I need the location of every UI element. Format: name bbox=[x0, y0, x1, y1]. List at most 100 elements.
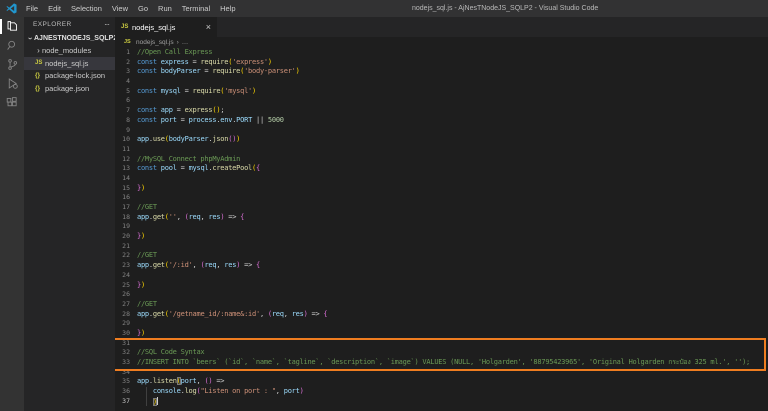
menu-edit[interactable]: Edit bbox=[43, 0, 66, 17]
code-line[interactable]: 37 ) bbox=[115, 397, 768, 407]
line-number: 13 bbox=[115, 164, 137, 174]
menu-terminal[interactable]: Terminal bbox=[177, 0, 215, 17]
code-line[interactable]: 4 bbox=[115, 77, 768, 87]
extensions-icon[interactable] bbox=[0, 93, 24, 112]
line-content: //INSERT INTO `beers` (`id`, `name`, `ta… bbox=[137, 358, 750, 368]
code-line[interactable]: 31 bbox=[115, 339, 768, 349]
line-number: 26 bbox=[115, 290, 137, 300]
line-number: 4 bbox=[115, 77, 137, 87]
source-control-icon[interactable] bbox=[0, 55, 24, 74]
tab-nodejs-sql-js[interactable]: JS nodejs_sql.js × bbox=[115, 17, 217, 37]
code-line[interactable]: 16 bbox=[115, 193, 768, 203]
explorer-icon[interactable] bbox=[0, 17, 24, 36]
code-line[interactable]: 5const mysql = require('mysql') bbox=[115, 87, 768, 97]
explorer-more-actions-icon[interactable]: ··· bbox=[104, 20, 109, 29]
menu-selection[interactable]: Selection bbox=[66, 0, 107, 17]
code-line[interactable]: 32//SQL Code Syntax bbox=[115, 348, 768, 358]
code-line[interactable]: 13const pool = mysql.createPool({ bbox=[115, 164, 768, 174]
line-content: app.listen(port, () => bbox=[137, 377, 224, 387]
file-label: package.json bbox=[45, 84, 89, 93]
line-number: 32 bbox=[115, 348, 137, 358]
code-line[interactable]: 36 console.log("Listen on port : ", port… bbox=[115, 387, 768, 397]
explorer-root-folder[interactable]: › AJNESTNODEJS_SQLP2 bbox=[24, 32, 115, 45]
code-line[interactable]: 23app.get('/:id', (req, res) => { bbox=[115, 261, 768, 271]
menu-view[interactable]: View bbox=[107, 0, 133, 17]
breadcrumb[interactable]: JS nodejs_sql.js › … bbox=[115, 37, 768, 47]
line-number: 11 bbox=[115, 145, 137, 155]
code-line[interactable]: 11 bbox=[115, 145, 768, 155]
line-content: app.get('/getname_id/:name&:id', (req, r… bbox=[137, 310, 327, 320]
search-icon[interactable] bbox=[0, 36, 24, 55]
line-number: 12 bbox=[115, 155, 137, 165]
sidebar-item-node-modules[interactable]: ›node_modules bbox=[24, 45, 115, 58]
code-line[interactable]: 24 bbox=[115, 271, 768, 281]
code-line[interactable]: 26 bbox=[115, 290, 768, 300]
code-line[interactable]: 17//GET bbox=[115, 203, 768, 213]
code-line[interactable]: 30}) bbox=[115, 329, 768, 339]
line-number: 2 bbox=[115, 58, 137, 68]
file-label: node_modules bbox=[42, 46, 91, 55]
line-content: const mysql = require('mysql') bbox=[137, 87, 256, 97]
line-number: 17 bbox=[115, 203, 137, 213]
explorer-sidebar: EXPLORER ··· › AJNESTNODEJS_SQLP2 ›node_… bbox=[24, 17, 115, 411]
code-line[interactable]: 20}) bbox=[115, 232, 768, 242]
line-content: const express = require('express') bbox=[137, 58, 272, 68]
code-line[interactable]: 18app.get('', (req, res) => { bbox=[115, 213, 768, 223]
code-line[interactable]: 12//MySQL Connect phpMyAdmin bbox=[115, 155, 768, 165]
line-number: 19 bbox=[115, 222, 137, 232]
line-content: app.get('/:id', (req, res) => { bbox=[137, 261, 260, 271]
code-line[interactable]: 29 bbox=[115, 319, 768, 329]
code-line[interactable]: 14 bbox=[115, 174, 768, 184]
json-file-icon: {} bbox=[35, 85, 45, 92]
code-line[interactable]: 28app.get('/getname_id/:name&:id', (req,… bbox=[115, 310, 768, 320]
code-line[interactable]: 10app.use(bodyParser.json()) bbox=[115, 135, 768, 145]
code-line[interactable]: 21 bbox=[115, 242, 768, 252]
line-content: }) bbox=[137, 232, 145, 242]
code-line[interactable]: 8const port = process.env.PORT || 5000 bbox=[115, 116, 768, 126]
line-number: 1 bbox=[115, 48, 137, 58]
title-bar: FileEditSelectionViewGoRunTerminalHelp n… bbox=[0, 0, 768, 17]
code-line[interactable]: 2const express = require('express') bbox=[115, 58, 768, 68]
sidebar-item-package-lock-json[interactable]: {}package-lock.json bbox=[24, 70, 115, 83]
code-line[interactable]: 7const app = express(); bbox=[115, 106, 768, 116]
activity-bar bbox=[0, 17, 24, 411]
line-number: 3 bbox=[115, 67, 137, 77]
code-line[interactable]: 15}) bbox=[115, 184, 768, 194]
line-number: 33 bbox=[115, 358, 137, 368]
file-tree: ›node_modulesJSnodejs_sql.js{}package-lo… bbox=[24, 45, 115, 95]
code-line[interactable]: 35app.listen(port, () => bbox=[115, 377, 768, 387]
line-content: //Open Call Express bbox=[137, 48, 212, 58]
sidebar-item-nodejs-sql-js[interactable]: JSnodejs_sql.js bbox=[24, 57, 115, 70]
code-line[interactable]: 3const bodyParser = require('body-parser… bbox=[115, 67, 768, 77]
breadcrumb-more[interactable]: … bbox=[182, 39, 189, 46]
line-number: 7 bbox=[115, 106, 137, 116]
code-line[interactable]: 25}) bbox=[115, 281, 768, 291]
menu-help[interactable]: Help bbox=[215, 0, 240, 17]
menu-go[interactable]: Go bbox=[133, 0, 153, 17]
code-line[interactable]: 19 bbox=[115, 222, 768, 232]
sidebar-item-package-json[interactable]: {}package.json bbox=[24, 82, 115, 95]
line-number: 24 bbox=[115, 271, 137, 281]
run-debug-icon[interactable] bbox=[0, 74, 24, 93]
menu-file[interactable]: File bbox=[21, 0, 43, 17]
code-editor[interactable]: 1//Open Call Express2const express = req… bbox=[115, 47, 768, 411]
line-content: //GET bbox=[137, 203, 157, 213]
line-content: //GET bbox=[137, 300, 157, 310]
line-content: app.use(bodyParser.json()) bbox=[137, 135, 240, 145]
code-line[interactable]: 33//INSERT INTO `beers` (`id`, `name`, `… bbox=[115, 358, 768, 368]
line-number: 36 bbox=[115, 387, 137, 397]
breadcrumb-file[interactable]: nodejs_sql.js bbox=[136, 39, 174, 46]
code-line[interactable]: 6 bbox=[115, 96, 768, 106]
line-number: 16 bbox=[115, 193, 137, 203]
tab-close-icon[interactable]: × bbox=[202, 22, 211, 32]
line-content: const app = express(); bbox=[137, 106, 224, 116]
code-line[interactable]: 27//GET bbox=[115, 300, 768, 310]
line-content: }) bbox=[137, 184, 145, 194]
code-line[interactable]: 1//Open Call Express bbox=[115, 48, 768, 58]
code-line[interactable]: 9 bbox=[115, 126, 768, 136]
file-label: package-lock.json bbox=[45, 71, 105, 80]
menu-run[interactable]: Run bbox=[153, 0, 177, 17]
code-line[interactable]: 22//GET bbox=[115, 251, 768, 261]
line-number: 28 bbox=[115, 310, 137, 320]
code-line[interactable]: 34 bbox=[115, 368, 768, 378]
